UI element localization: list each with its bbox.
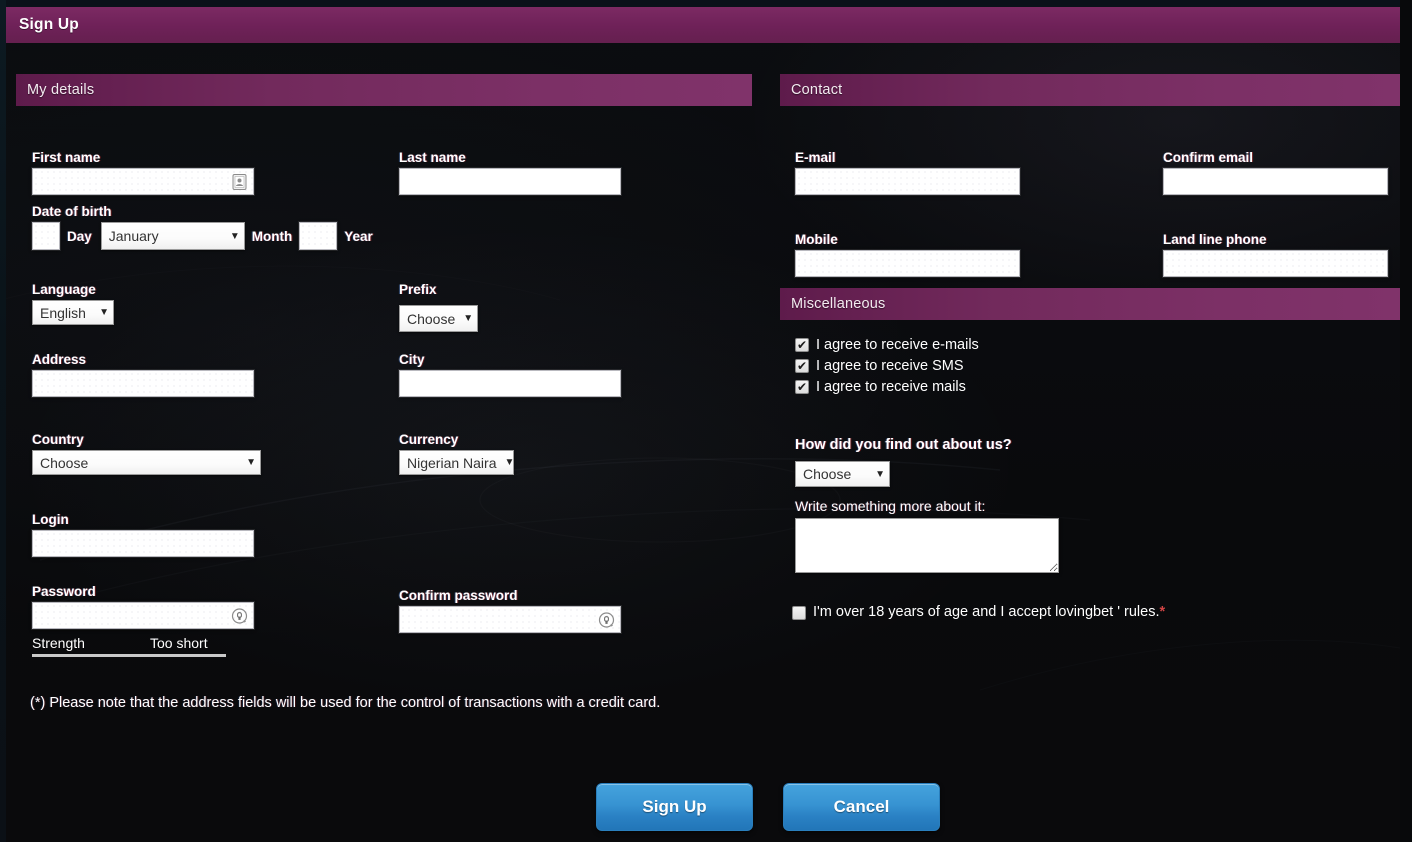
signup-page: Sign Up My details First name Last name … bbox=[0, 0, 1412, 842]
chevron-down-icon: ▼ bbox=[246, 457, 256, 468]
first-name-label: First name bbox=[32, 150, 101, 165]
consent-row-sms[interactable]: ✔ I agree to receive SMS bbox=[795, 357, 1400, 375]
prefix-label: Prefix bbox=[399, 282, 437, 297]
country-select[interactable]: Choose ▼ bbox=[32, 450, 261, 475]
land-line-input[interactable] bbox=[1163, 250, 1388, 277]
date-of-birth-label: Date of birth bbox=[32, 204, 112, 219]
strength-label: Strength bbox=[32, 635, 85, 651]
address-fields-note: (*) Please note that the address fields … bbox=[30, 695, 661, 711]
consent-label-emails: I agree to receive e-mails bbox=[816, 337, 979, 353]
key-icon[interactable] bbox=[597, 610, 616, 629]
language-label: Language bbox=[32, 282, 96, 297]
prefix-select[interactable]: Choose ▼ bbox=[399, 305, 478, 332]
find-out-select[interactable]: Choose ▼ bbox=[795, 461, 890, 487]
window-right-edge bbox=[1400, 0, 1412, 842]
dob-month-label: Month bbox=[251, 228, 293, 244]
required-asterisk: * bbox=[1159, 604, 1166, 620]
prefix-value: Choose bbox=[407, 310, 456, 327]
checkbox-receive-sms[interactable]: ✔ bbox=[795, 359, 809, 373]
dob-month-select[interactable]: January ▼ bbox=[100, 222, 245, 250]
city-input[interactable] bbox=[399, 370, 621, 397]
password-strength-indicator: Strength Too short bbox=[32, 635, 226, 657]
section-title-miscellaneous: Miscellaneous bbox=[791, 296, 886, 312]
country-label: Country bbox=[32, 432, 84, 447]
dob-day-label: Day bbox=[67, 228, 92, 244]
contact-column: Contact E-mail Confirm email Mobile Land… bbox=[780, 74, 1400, 624]
checkbox-accept-terms[interactable] bbox=[792, 606, 806, 620]
consent-checkbox-group: ✔ I agree to receive e-mails ✔ I agree t… bbox=[780, 320, 1400, 396]
land-line-label: Land line phone bbox=[1163, 232, 1267, 247]
section-header-miscellaneous: Miscellaneous bbox=[780, 288, 1400, 320]
city-label: City bbox=[399, 352, 425, 367]
chevron-down-icon: ▼ bbox=[463, 313, 474, 324]
terms-label: I'm over 18 years of age and I accept lo… bbox=[813, 604, 1160, 620]
page-title: Sign Up bbox=[19, 16, 79, 33]
consent-label-sms: I agree to receive SMS bbox=[816, 358, 964, 374]
language-select[interactable]: English ▼ bbox=[32, 300, 114, 325]
confirm-password-input[interactable] bbox=[399, 606, 621, 633]
check-icon: ✔ bbox=[796, 338, 808, 352]
login-label: Login bbox=[32, 512, 69, 527]
password-label: Password bbox=[32, 584, 96, 599]
country-value: Choose bbox=[40, 454, 89, 471]
email-label: E-mail bbox=[795, 150, 836, 165]
consent-row-mails[interactable]: ✔ I agree to receive mails bbox=[795, 378, 1400, 396]
dob-year-input[interactable] bbox=[299, 222, 338, 250]
checkbox-receive-emails[interactable]: ✔ bbox=[795, 338, 809, 352]
confirm-password-label: Confirm password bbox=[399, 588, 518, 603]
section-header-contact: Contact bbox=[780, 74, 1400, 106]
dob-day-input[interactable] bbox=[32, 222, 60, 250]
key-icon[interactable] bbox=[230, 606, 249, 625]
language-value: English bbox=[40, 304, 86, 321]
more-about-textarea[interactable] bbox=[795, 518, 1059, 573]
my-details-column: My details First name Last name Date of … bbox=[16, 74, 752, 668]
chevron-down-icon: ▼ bbox=[875, 468, 885, 480]
section-header-my-details: My details bbox=[16, 74, 752, 106]
check-icon: ✔ bbox=[796, 380, 808, 394]
currency-select[interactable]: Nigerian Naira ▼ bbox=[399, 450, 514, 475]
mobile-input[interactable] bbox=[795, 250, 1020, 277]
chevron-down-icon: ▼ bbox=[229, 230, 240, 242]
consent-label-mails: I agree to receive mails bbox=[816, 379, 966, 395]
section-title-contact: Contact bbox=[791, 82, 843, 98]
check-icon: ✔ bbox=[796, 359, 808, 373]
address-input[interactable] bbox=[32, 370, 254, 397]
currency-value: Nigerian Naira bbox=[407, 454, 497, 471]
window-left-edge bbox=[0, 0, 6, 842]
section-title-my-details: My details bbox=[27, 82, 95, 98]
signup-button[interactable]: Sign Up bbox=[596, 783, 753, 831]
dob-month-value: January bbox=[108, 228, 159, 244]
terms-row[interactable]: I'm over 18 years of age and I accept lo… bbox=[792, 603, 1400, 621]
last-name-label: Last name bbox=[399, 150, 466, 165]
checkbox-receive-mails[interactable]: ✔ bbox=[795, 380, 809, 394]
strength-value: Too short bbox=[150, 635, 208, 651]
confirm-email-label: Confirm email bbox=[1163, 150, 1254, 165]
login-input[interactable] bbox=[32, 530, 254, 557]
find-out-value: Choose bbox=[803, 466, 852, 482]
chevron-down-icon: ▼ bbox=[99, 307, 109, 318]
window-top-edge bbox=[0, 0, 1412, 7]
chevron-down-icon: ▼ bbox=[504, 457, 515, 468]
currency-label: Currency bbox=[399, 432, 459, 447]
cancel-button[interactable]: Cancel bbox=[783, 783, 940, 831]
strength-bar bbox=[32, 654, 226, 657]
window-title-bar: Sign Up bbox=[6, 7, 1400, 43]
dob-year-label: Year bbox=[344, 228, 373, 244]
address-label: Address bbox=[32, 352, 87, 367]
consent-row-emails[interactable]: ✔ I agree to receive e-mails bbox=[795, 336, 1400, 354]
mobile-label: Mobile bbox=[795, 232, 838, 247]
password-input[interactable] bbox=[32, 602, 254, 629]
more-about-label: Write something more about it: bbox=[795, 498, 986, 514]
find-out-label: How did you find out about us? bbox=[795, 437, 1012, 453]
